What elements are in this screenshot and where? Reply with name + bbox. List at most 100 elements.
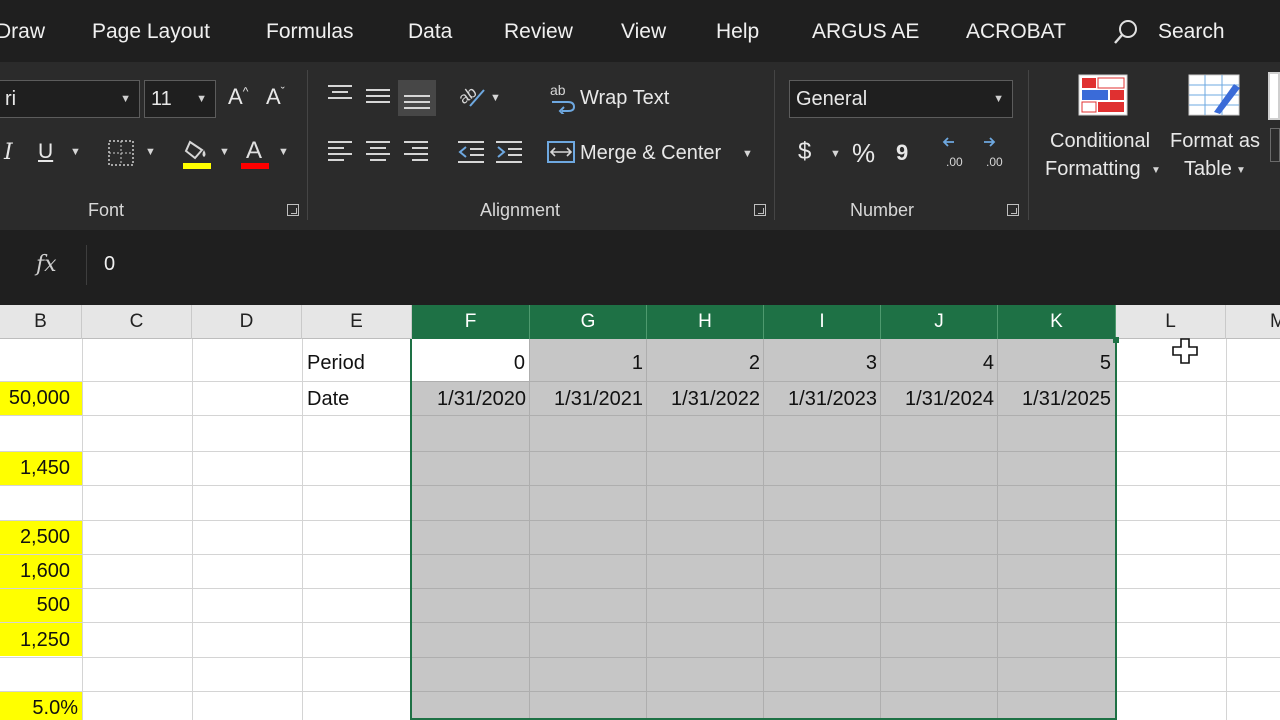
wrap-text-button[interactable]: Wrap Text	[580, 87, 669, 110]
wrap-text-icon[interactable]: ab	[550, 82, 578, 119]
merge-center-button[interactable]: Merge & Center	[580, 142, 721, 165]
search-icon[interactable]	[1112, 18, 1140, 51]
fill-color-icon[interactable]	[182, 136, 212, 175]
percent-button[interactable]: %	[852, 138, 875, 169]
font-size-combo[interactable]: 11 ▼	[144, 80, 216, 118]
date-label[interactable]: Date	[307, 388, 349, 411]
date-cell[interactable]: 1/31/2022	[647, 388, 760, 411]
chevron-down-icon[interactable]: ▼	[278, 146, 289, 158]
date-cell[interactable]: 1/31/2025	[998, 388, 1111, 411]
cell-styles-icon[interactable]	[1268, 72, 1280, 120]
cell-styles-gallery[interactable]	[1270, 128, 1280, 162]
italic-button[interactable]: I	[4, 140, 13, 165]
increase-decimal-icon[interactable]: .00	[940, 136, 972, 170]
column-header-f[interactable]: F	[412, 305, 530, 339]
period-label[interactable]: Period	[307, 352, 365, 375]
tab-acrobat[interactable]: ACROBAT	[966, 20, 1066, 44]
merge-center-icon[interactable]	[546, 138, 576, 171]
period-cell[interactable]: 5	[998, 352, 1111, 375]
align-left-icon[interactable]	[326, 138, 354, 171]
grow-font-icon[interactable]: A^	[228, 84, 248, 110]
align-center-icon[interactable]	[364, 138, 392, 171]
cell-b-value[interactable]: 5.0%	[0, 697, 78, 720]
tab-view[interactable]: View	[621, 20, 666, 44]
shrink-font-icon[interactable]: Aˇ	[266, 84, 285, 110]
column-header-h[interactable]: H	[647, 305, 764, 339]
column-header-i[interactable]: I	[764, 305, 881, 339]
period-cell[interactable]: 0	[412, 352, 525, 375]
format-as-table-label-2[interactable]: Table	[1184, 158, 1232, 181]
font-color-icon[interactable]: A	[240, 134, 270, 175]
conditional-formatting-label-2[interactable]: Formatting	[1045, 158, 1141, 181]
format-as-table-icon[interactable]	[1188, 74, 1242, 123]
period-cell[interactable]: 2	[647, 352, 760, 375]
cell-b-value[interactable]: 1,450	[0, 457, 70, 480]
number-dialog-launcher-icon[interactable]	[1007, 204, 1019, 216]
increase-indent-icon[interactable]	[494, 138, 524, 171]
period-cell[interactable]: 4	[881, 352, 994, 375]
decrease-decimal-icon[interactable]: .00	[980, 136, 1012, 170]
chevron-down-icon[interactable]: ▼	[219, 146, 230, 158]
tab-page-layout[interactable]: Page Layout	[92, 20, 210, 44]
group-divider	[307, 70, 308, 220]
date-cell[interactable]: 1/31/2024	[881, 388, 994, 411]
worksheet-grid[interactable]: 50,000 1,450 2,500 1,600 500 1,250 5.0% …	[0, 337, 1280, 720]
formula-input[interactable]: 0	[104, 253, 115, 276]
tab-formulas[interactable]: Formulas	[266, 20, 354, 44]
currency-button[interactable]: $	[798, 138, 811, 166]
number-format-combo[interactable]: General ▼	[789, 80, 1013, 118]
column-header-j[interactable]: J	[881, 305, 998, 339]
svg-text:.00: .00	[986, 155, 1003, 169]
chevron-down-icon: ▼	[120, 93, 131, 105]
conditional-formatting-icon[interactable]	[1078, 74, 1128, 121]
column-header-e[interactable]: E	[302, 305, 412, 339]
cell-b-value[interactable]: 1,250	[0, 629, 70, 652]
tab-help[interactable]: Help	[716, 20, 759, 44]
column-header-c[interactable]: C	[82, 305, 192, 339]
column-header-g[interactable]: G	[530, 305, 647, 339]
cell-b-value[interactable]: 2,500	[0, 526, 70, 549]
tab-argus-ae[interactable]: ARGUS AE	[812, 20, 919, 44]
font-name-combo[interactable]: ri ▼	[0, 80, 140, 118]
cell-b-value[interactable]: 50,000	[0, 387, 70, 410]
chevron-down-icon[interactable]: ▼	[70, 146, 81, 158]
cell-b-value[interactable]: 500	[0, 594, 70, 617]
fill-handle[interactable]	[1113, 337, 1119, 343]
chevron-down-icon[interactable]: ▼	[1151, 165, 1161, 176]
period-cell[interactable]: 3	[764, 352, 877, 375]
decrease-indent-icon[interactable]	[456, 138, 486, 171]
column-header-k[interactable]: K	[998, 305, 1116, 339]
insert-function-icon[interactable]: fx	[36, 252, 57, 277]
ribbon-tab-bar: Draw Page Layout Formulas Data Review Vi…	[0, 0, 1280, 62]
align-bottom-icon[interactable]	[398, 80, 436, 116]
underline-button[interactable]: U	[38, 140, 53, 164]
period-cell[interactable]: 1	[530, 352, 643, 375]
search-label[interactable]: Search	[1158, 20, 1225, 44]
column-header-b[interactable]: B	[0, 305, 82, 339]
chevron-down-icon[interactable]: ▼	[145, 146, 156, 158]
comma-style-button[interactable]: 9	[896, 140, 908, 166]
tab-data[interactable]: Data	[408, 20, 452, 44]
chevron-down-icon[interactable]: ▼	[742, 148, 753, 160]
orientation-icon[interactable]: ab	[456, 80, 488, 115]
date-cell[interactable]: 1/31/2023	[764, 388, 877, 411]
alignment-dialog-launcher-icon[interactable]	[754, 204, 766, 216]
chevron-down-icon[interactable]: ▼	[490, 92, 501, 104]
font-dialog-launcher-icon[interactable]	[287, 204, 299, 216]
cell-b-value[interactable]: 1,600	[0, 560, 70, 583]
column-header-d[interactable]: D	[192, 305, 302, 339]
align-top-icon[interactable]	[326, 82, 354, 113]
conditional-formatting-label-1[interactable]: Conditional	[1050, 130, 1150, 153]
borders-icon[interactable]	[106, 138, 136, 173]
align-middle-icon[interactable]	[364, 84, 392, 115]
date-cell[interactable]: 1/31/2021	[530, 388, 643, 411]
chevron-down-icon[interactable]: ▼	[1236, 165, 1246, 176]
column-header-l[interactable]: L	[1116, 305, 1226, 339]
format-as-table-label-1[interactable]: Format as	[1170, 130, 1260, 153]
chevron-down-icon[interactable]: ▼	[830, 148, 841, 160]
date-cell[interactable]: 1/31/2020	[412, 388, 526, 411]
align-right-icon[interactable]	[402, 138, 430, 171]
tab-review[interactable]: Review	[504, 20, 573, 44]
column-header-m[interactable]: M	[1226, 305, 1280, 339]
tab-draw[interactable]: Draw	[0, 20, 45, 44]
